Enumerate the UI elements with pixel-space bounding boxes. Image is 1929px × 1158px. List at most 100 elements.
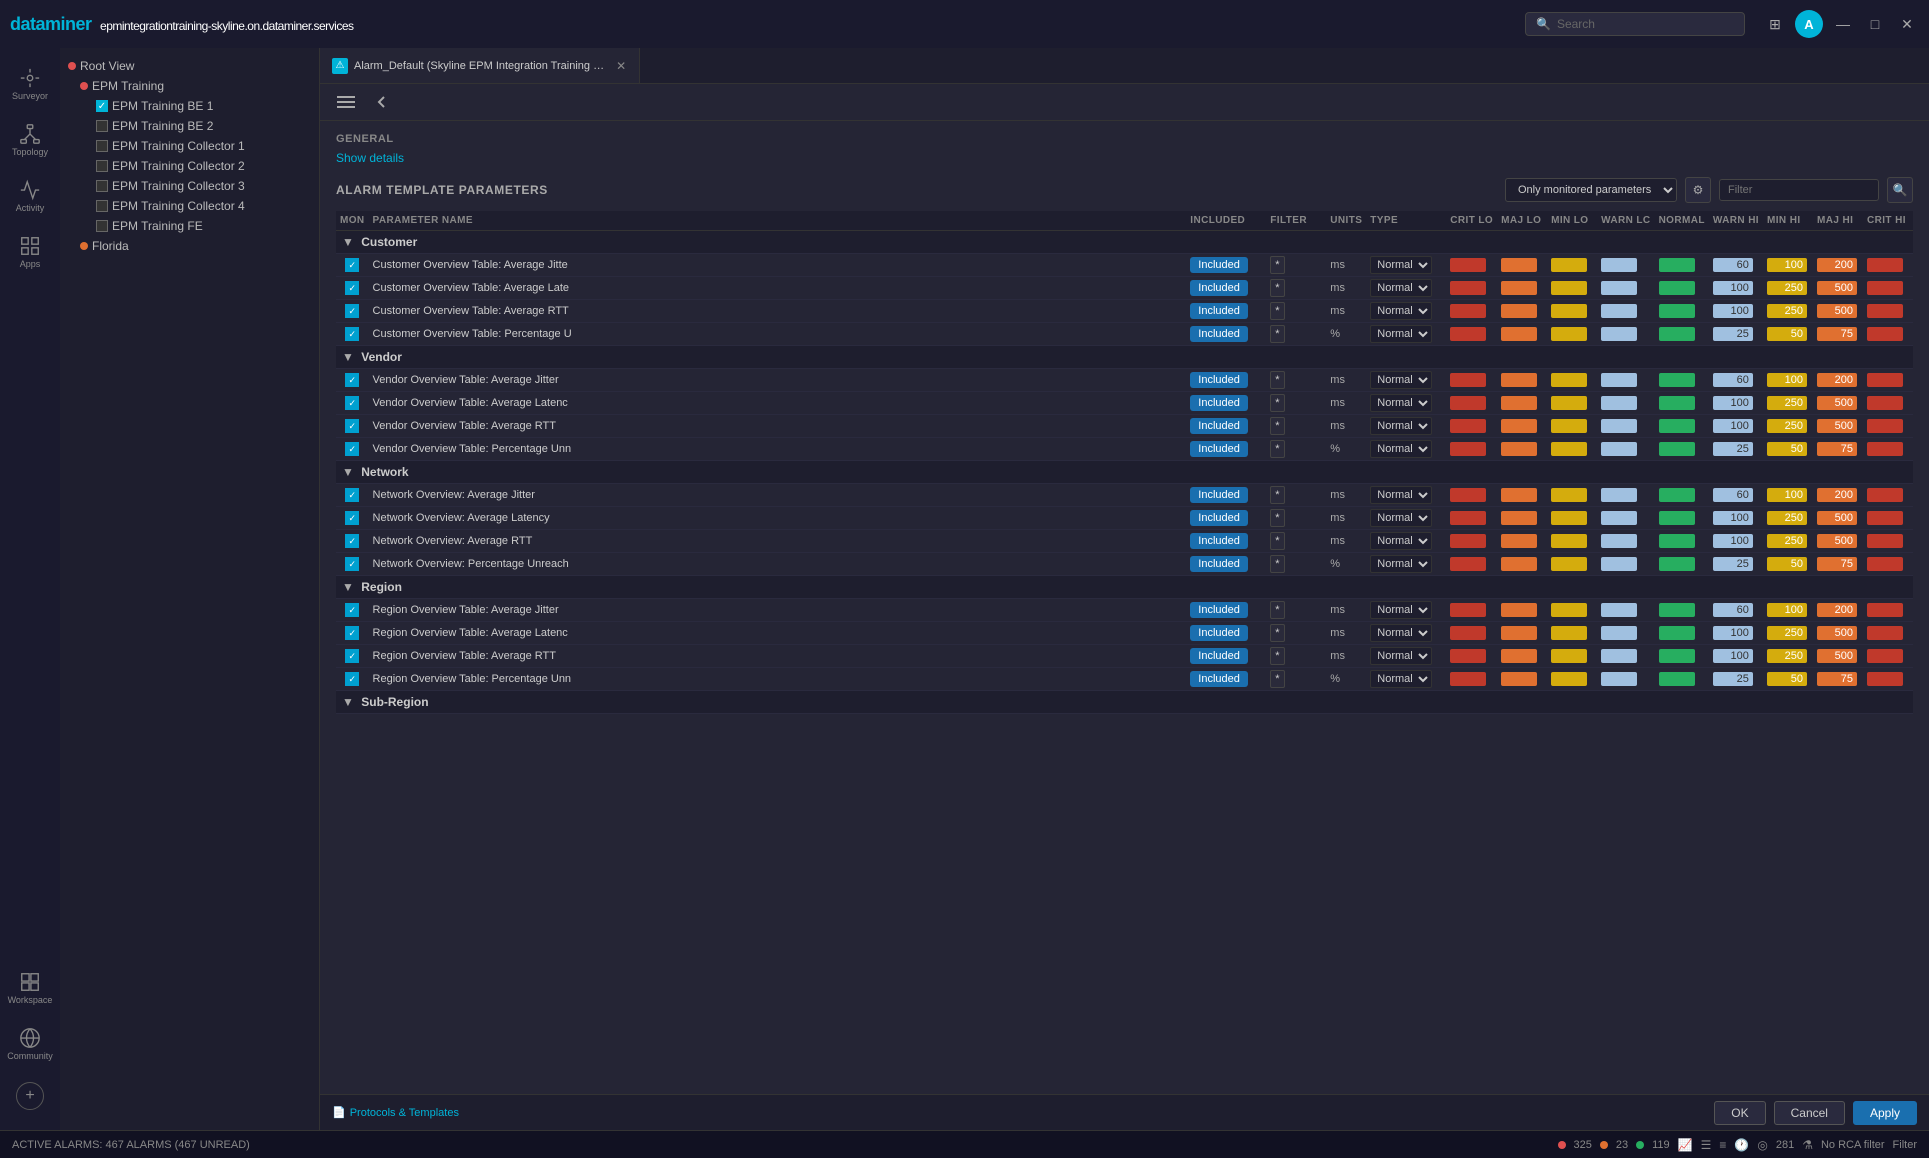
maximize-icon[interactable]: □ [1863,12,1887,36]
filter-cell[interactable]: * [1266,484,1326,507]
row-checkbox[interactable]: ✓ [345,304,359,318]
included-button[interactable]: Included [1190,326,1248,342]
filter-cell[interactable]: * [1266,668,1326,691]
type-select[interactable]: Normal [1370,670,1432,688]
tree-checkbox[interactable] [96,180,108,192]
included-cell[interactable]: Included [1186,645,1266,668]
row-checkbox[interactable]: ✓ [345,327,359,341]
included-button[interactable]: Included [1190,602,1248,618]
tab-close-button[interactable]: ✕ [615,58,627,74]
row-checkbox-cell[interactable]: ✓ [336,484,369,507]
ok-button[interactable]: OK [1714,1101,1765,1125]
type-cell[interactable]: Normal [1366,530,1446,553]
tree-item-col2[interactable]: EPM Training Collector 2 [60,156,319,176]
row-checkbox-cell[interactable]: ✓ [336,415,369,438]
sidebar-item-community[interactable]: Community [6,1018,54,1070]
filter-cell[interactable]: * [1266,645,1326,668]
sidebar-item-apps[interactable]: Apps [6,226,54,278]
minimize-icon[interactable]: — [1831,12,1855,36]
row-checkbox[interactable]: ✓ [345,626,359,640]
type-cell[interactable]: Normal [1366,599,1446,622]
sidebar-item-activity[interactable]: Activity [6,170,54,222]
type-cell[interactable]: Normal [1366,622,1446,645]
row-checkbox[interactable]: ✓ [345,281,359,295]
included-cell[interactable]: Included [1186,599,1266,622]
type-select[interactable]: Normal [1370,509,1432,527]
included-cell[interactable]: Included [1186,484,1266,507]
included-cell[interactable]: Included [1186,530,1266,553]
tree-checkbox[interactable] [96,220,108,232]
row-checkbox-cell[interactable]: ✓ [336,507,369,530]
type-select[interactable]: Normal [1370,601,1432,619]
type-select[interactable]: Normal [1370,647,1432,665]
type-select[interactable]: Normal [1370,256,1432,274]
tree-item-col1[interactable]: EPM Training Collector 1 [60,136,319,156]
tree-checkbox[interactable] [96,120,108,132]
settings-button[interactable]: ⚙ [1685,177,1711,203]
filter-cell[interactable]: * [1266,369,1326,392]
included-cell[interactable]: Included [1186,369,1266,392]
type-cell[interactable]: Normal [1366,507,1446,530]
row-checkbox[interactable]: ✓ [345,557,359,571]
included-button[interactable]: Included [1190,303,1248,319]
row-checkbox-cell[interactable]: ✓ [336,369,369,392]
included-button[interactable]: Included [1190,556,1248,572]
included-button[interactable]: Included [1190,625,1248,641]
filter-cell[interactable]: * [1266,530,1326,553]
row-checkbox-cell[interactable]: ✓ [336,645,369,668]
filter-cell[interactable]: * [1266,622,1326,645]
row-checkbox-cell[interactable]: ✓ [336,622,369,645]
included-button[interactable]: Included [1190,533,1248,549]
row-checkbox-cell[interactable]: ✓ [336,599,369,622]
included-cell[interactable]: Included [1186,668,1266,691]
sidebar-item-workspace[interactable]: Workspace [6,962,54,1014]
included-button[interactable]: Included [1190,280,1248,296]
user-avatar[interactable]: A [1795,10,1823,38]
row-checkbox-cell[interactable]: ✓ [336,392,369,415]
tab-alarm-default[interactable]: ⚠ Alarm_Default (Skyline EPM Integration… [320,48,640,83]
included-button[interactable]: Included [1190,510,1248,526]
tree-item-be1[interactable]: ✓ EPM Training BE 1 [60,96,319,116]
tree-item-florida[interactable]: Florida [60,236,319,256]
hamburger-menu-button[interactable] [332,88,360,116]
included-cell[interactable]: Included [1186,507,1266,530]
global-search[interactable]: 🔍 Search [1525,12,1745,36]
type-cell[interactable]: Normal [1366,323,1446,346]
sidebar-item-topology[interactable]: Topology [6,114,54,166]
tree-item-be2[interactable]: EPM Training BE 2 [60,116,319,136]
row-checkbox[interactable]: ✓ [345,396,359,410]
pin-icon[interactable]: ⊞ [1763,12,1787,36]
row-checkbox-cell[interactable]: ✓ [336,530,369,553]
filter-cell[interactable]: * [1266,254,1326,277]
back-button[interactable] [368,88,396,116]
tree-item-epm-training[interactable]: EPM Training [60,76,319,96]
tree-checkbox[interactable] [96,200,108,212]
monitored-params-select[interactable]: Only monitored parameters [1505,178,1677,202]
row-checkbox[interactable]: ✓ [345,373,359,387]
type-select[interactable]: Normal [1370,440,1432,458]
type-cell[interactable]: Normal [1366,369,1446,392]
type-select[interactable]: Normal [1370,302,1432,320]
filter-cell[interactable]: * [1266,438,1326,461]
filter-cell[interactable]: * [1266,507,1326,530]
type-select[interactable]: Normal [1370,417,1432,435]
filter-cell[interactable]: * [1266,553,1326,576]
type-cell[interactable]: Normal [1366,645,1446,668]
included-button[interactable]: Included [1190,257,1248,273]
type-select[interactable]: Normal [1370,279,1432,297]
tree-checkbox[interactable]: ✓ [96,100,108,112]
type-cell[interactable]: Normal [1366,415,1446,438]
tree-item-root-view[interactable]: Root View [60,56,319,76]
tree-checkbox[interactable] [96,140,108,152]
included-cell[interactable]: Included [1186,553,1266,576]
close-window-icon[interactable]: ✕ [1895,12,1919,36]
type-select[interactable]: Normal [1370,325,1432,343]
included-cell[interactable]: Included [1186,415,1266,438]
included-button[interactable]: Included [1190,395,1248,411]
included-cell[interactable]: Included [1186,277,1266,300]
type-select[interactable]: Normal [1370,624,1432,642]
row-checkbox[interactable]: ✓ [345,672,359,686]
row-checkbox[interactable]: ✓ [345,534,359,548]
search-filter-icon[interactable]: 🔍 [1887,177,1913,203]
row-checkbox[interactable]: ✓ [345,442,359,456]
